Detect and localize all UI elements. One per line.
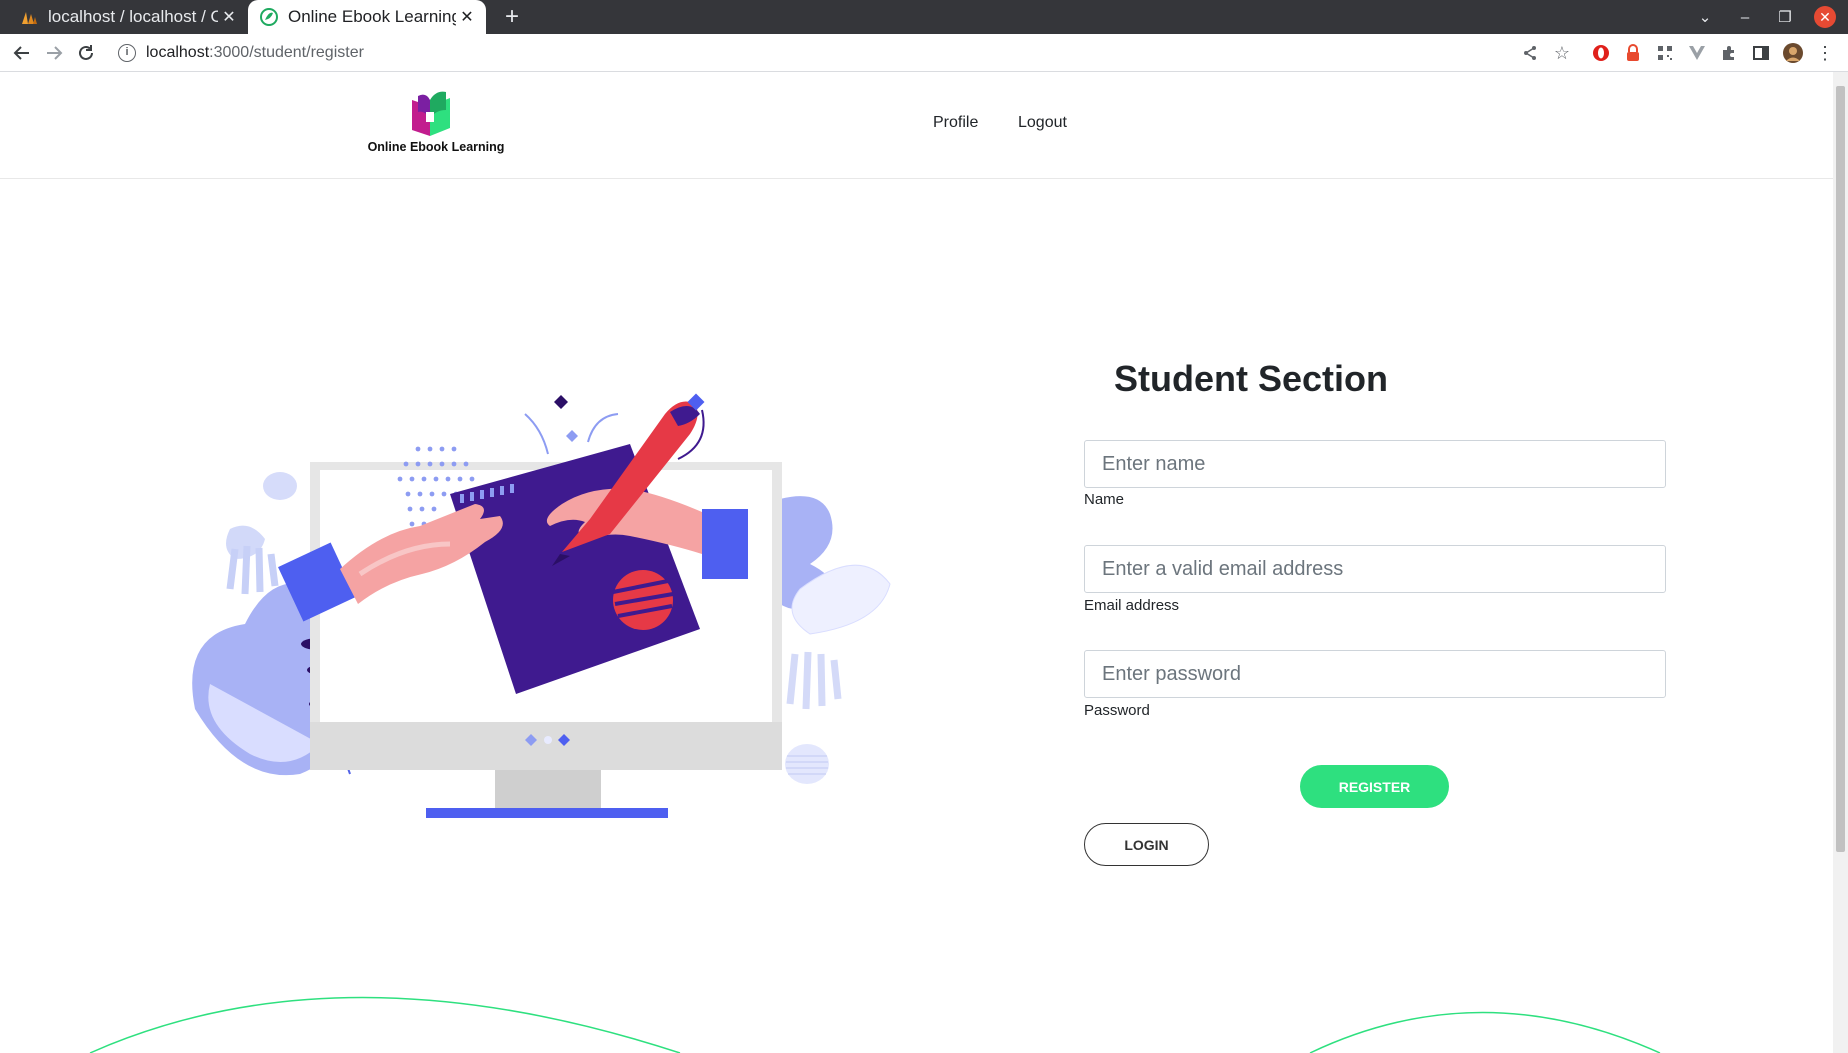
nav-link-profile[interactable]: Profile [933,114,978,132]
name-input[interactable] [1084,440,1666,488]
hero-illustration [192,393,891,818]
extensions-puzzle-icon[interactable] [1719,43,1739,63]
nav-link-logout[interactable]: Logout [1018,114,1067,132]
right-foliage-decoration [780,496,891,784]
scrollbar-thumb[interactable] [1836,86,1845,852]
site-info-icon[interactable]: i [118,44,136,62]
opera-extension-icon[interactable] [1591,43,1611,63]
register-button[interactable]: REGISTER [1300,765,1449,808]
tab-label: Online Ebook Learning [288,7,456,26]
password-label: Password [1084,702,1150,719]
url-path: :3000/student/register [209,44,364,61]
browser-toolbar: i localhost:3000/student/register ☆ ⋮ [0,34,1848,72]
tab-close-icon[interactable]: ✕ [456,7,478,27]
new-tab-button[interactable]: + [498,3,526,31]
close-icon: ✕ [1814,6,1836,28]
vue-devtools-icon[interactable] [1687,43,1707,63]
decorative-wave-lines [89,996,1661,1053]
lock-extension-icon[interactable] [1623,43,1643,63]
tab-label: localhost / localhost / Onl [48,7,218,26]
reload-icon[interactable] [72,39,100,67]
site-header: Online Ebook Learning Profile Logout [0,72,1833,179]
phpmyadmin-favicon-icon [22,12,37,24]
logo-text: Online Ebook Learning [367,140,505,154]
browser-tab-ebook[interactable]: Online Ebook Learning ✕ [248,0,486,34]
page-scrollbar[interactable] [1833,72,1848,1053]
email-label: Email address [1084,597,1180,614]
profile-avatar[interactable] [1783,43,1803,63]
browser-tab-strip: localhost / localhost / Onl ✕ Online Ebo… [0,0,1848,34]
leaf-favicon-icon [260,8,278,26]
page-title: Student Section [1114,358,1389,399]
minimize-icon[interactable]: – [1732,0,1758,34]
password-input[interactable] [1084,650,1666,698]
side-panel-icon[interactable] [1751,43,1771,63]
window-close-button[interactable]: ✕ [1812,0,1838,34]
restore-icon[interactable]: ❐ [1772,0,1798,34]
name-label: Name [1084,491,1125,508]
tab-search-chevron-icon[interactable]: ⌄ [1692,0,1718,34]
book-logo-icon [412,91,450,136]
tab-close-icon[interactable]: ✕ [218,7,240,27]
browser-tab-phpmyadmin[interactable]: localhost / localhost / Onl ✕ [8,0,248,34]
qr-code-icon[interactable] [1655,43,1675,63]
back-arrow-icon[interactable] [8,39,36,67]
login-button[interactable]: LOGIN [1084,823,1209,866]
site-logo[interactable]: Online Ebook Learning [364,88,508,168]
page-content: Online Ebook Learning Profile Logout Stu… [0,72,1833,1053]
forward-arrow-icon[interactable] [40,39,68,67]
browser-menu-icon[interactable]: ⋮ [1815,43,1835,63]
bookmark-star-icon[interactable]: ☆ [1552,43,1572,63]
email-input[interactable] [1084,545,1666,593]
sparkle-decoration [524,395,619,455]
url-host: localhost [146,44,210,61]
share-icon[interactable] [1520,43,1540,63]
